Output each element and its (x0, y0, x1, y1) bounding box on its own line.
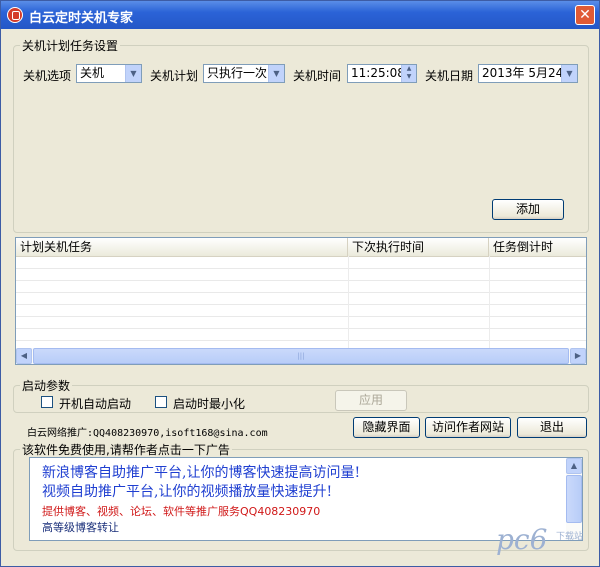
autostart-label[interactable]: 开机自动启动 (59, 395, 131, 412)
shutdown-plan-select[interactable]: 只执行一次 ▼ (203, 64, 285, 83)
horizontal-scrollbar[interactable]: ◀ ||| ▶ (16, 348, 586, 364)
chevron-down-icon: ▼ (561, 65, 577, 82)
window-title: 白云定时关机专家 (29, 11, 134, 26)
minimize-label[interactable]: 启动时最小化 (173, 395, 245, 412)
shutdown-plan-label: 关机计划 (150, 69, 199, 83)
shutdown-option-label: 关机选项 (23, 69, 72, 83)
scrollbar-thumb[interactable] (566, 475, 582, 523)
ad-link-blog-transfer[interactable]: 高等级博客转让 (42, 519, 119, 535)
hide-window-button[interactable]: 隐藏界面 (353, 417, 420, 438)
shutdown-date-picker[interactable]: 2013年 5月24日 ▼ (478, 64, 578, 83)
task-list-header: 计划关机任务 下次执行时间 任务倒计时 (16, 238, 586, 257)
shutdown-option-select[interactable]: 关机 ▼ (76, 64, 142, 83)
column-divider (348, 256, 349, 348)
scroll-right-icon[interactable]: ▶ (570, 348, 586, 364)
shutdown-option-value: 关机 (80, 66, 105, 80)
scrollbar-thumb[interactable]: ||| (33, 348, 569, 364)
table-row (16, 328, 586, 341)
chevron-down-icon: ▼ (268, 65, 284, 82)
app-icon (7, 7, 23, 23)
shutdown-plan-value: 只执行一次 (207, 66, 268, 80)
scroll-up-icon[interactable]: ▲ (566, 458, 582, 474)
column-header-countdown[interactable]: 任务倒计时 (489, 238, 586, 256)
ad-link-video[interactable]: 视频自助推广平台,让你的视频播放量快速提升! (42, 481, 332, 501)
chevron-down-icon: ▼ (125, 65, 141, 82)
title-bar[interactable]: 白云定时关机专家 ✕ (1, 1, 599, 29)
close-button[interactable]: ✕ (575, 5, 595, 25)
ad-link-services[interactable]: 提供博客、视频、论坛、软件等推广服务QQ408230970 (42, 503, 320, 519)
watermark-caption: 下载站 (556, 532, 584, 542)
column-divider (489, 256, 490, 348)
shutdown-date-label: 关机日期 (425, 69, 474, 83)
exit-button[interactable]: 退出 (517, 417, 587, 438)
add-button[interactable]: 添加 (492, 199, 564, 220)
autostart-checkbox[interactable] (41, 396, 53, 408)
visit-author-site-button[interactable]: 访问作者网站 (425, 417, 511, 438)
shutdown-time-value: 11:25:08 (351, 66, 405, 80)
main-window: 白云定时关机专家 ✕ 关机计划任务设置 关机选项 关机 ▼ 关机计划 只执行一次… (0, 0, 600, 567)
scroll-left-icon[interactable]: ◀ (16, 348, 32, 364)
column-header-next-run[interactable]: 下次执行时间 (348, 238, 489, 256)
startup-params-legend: 启动参数 (22, 379, 71, 393)
spinner-icon[interactable]: ▲ ▼ (401, 65, 416, 82)
apply-button[interactable]: 应用 (335, 390, 407, 411)
task-list[interactable]: 计划关机任务 下次执行时间 任务倒计时 ◀ ||| ▶ (15, 237, 587, 365)
ad-link-blog[interactable]: 新浪博客自助推广平台,让你的博客快速提高访问量! (42, 462, 360, 482)
pc6-watermark-logo: pc6 (496, 523, 548, 556)
vertical-scrollbar[interactable]: ▲ (566, 458, 582, 540)
column-header-task[interactable]: 计划关机任务 (16, 238, 348, 256)
shutdown-time-label: 关机时间 (293, 69, 342, 83)
plan-settings-legend: 关机计划任务设置 (22, 39, 119, 53)
shutdown-time-input[interactable]: 11:25:08 ▲ ▼ (347, 64, 417, 83)
minimize-checkbox[interactable] (155, 396, 167, 408)
promo-text: 白云网络推广:QQ408230970,isoft168@sina.com (27, 428, 268, 439)
ad-legend: 该软件免费使用,请帮作者点击一下广告 (22, 443, 230, 457)
